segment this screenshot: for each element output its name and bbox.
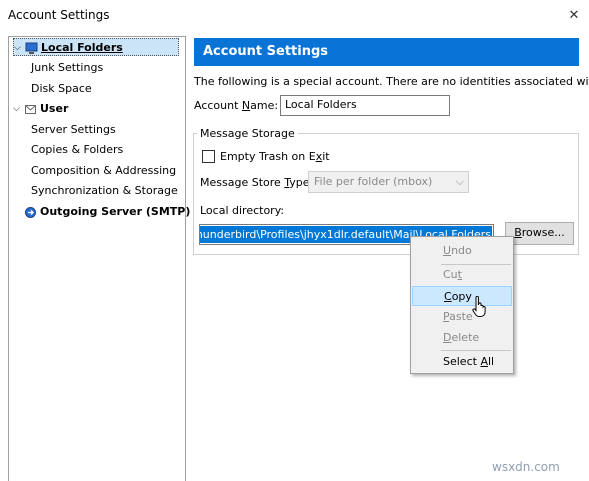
menu-item-cut[interactable]: Cut [412, 265, 512, 285]
tree-item-user[interactable]: ⌵ User [13, 100, 68, 118]
watermark: wsxdn.com [492, 460, 560, 474]
window-title: Account Settings [8, 8, 110, 22]
empty-trash-checkbox[interactable] [202, 150, 215, 163]
menu-item-copy[interactable]: Copy [412, 286, 512, 306]
tree-item-server-settings[interactable]: Server Settings [31, 121, 116, 139]
menu-separator [441, 350, 511, 351]
tree-item-local-folders[interactable]: ⌵ Local Folders [13, 38, 179, 56]
outgoing-server-icon [25, 206, 36, 218]
store-type-label: Message Store Type: [200, 176, 314, 189]
tree-item-synchronization-storage[interactable]: Synchronization & Storage [31, 182, 178, 200]
account-name-field[interactable]: Local Folders [280, 95, 450, 116]
title-bar: Account Settings ✕ [0, 0, 589, 30]
hand-cursor-icon [472, 296, 486, 317]
menu-item-select-all[interactable]: Select All [412, 352, 512, 372]
tree-item-label: Server Settings [31, 123, 116, 136]
user-account-icon [25, 104, 36, 114]
chevron-down-icon[interactable]: ⌵ [14, 39, 24, 57]
tree-item-disk-space[interactable]: Disk Space [31, 80, 92, 98]
tree-item-label: Local Folders [41, 41, 123, 54]
tree-item-label: Composition & Addressing [31, 164, 177, 177]
context-menu: Undo Cut Copy Paste Delete Select All [410, 236, 514, 374]
tree-item-label: Outgoing Server (SMTP) [40, 205, 191, 218]
tree-item-composition-addressing[interactable]: Composition & Addressing [31, 162, 176, 180]
menu-item-delete[interactable]: Delete [412, 328, 512, 348]
chevron-down-icon: ⌵ [455, 175, 464, 188]
browse-button[interactable]: Browse... [505, 222, 574, 245]
tree-item-label: Synchronization & Storage [31, 184, 178, 197]
close-icon: ✕ [568, 7, 580, 23]
menu-item-paste[interactable]: Paste [412, 307, 512, 327]
message-storage-legend: Message Storage [197, 127, 298, 140]
store-type-select[interactable]: File per folder (mbox) ⌵ [308, 171, 469, 193]
tree-item-copies-folders[interactable]: Copies & Folders [31, 141, 123, 159]
account-description: The following is a special account. Ther… [194, 75, 589, 88]
empty-trash-label[interactable]: Empty Trash on Exit [220, 150, 330, 163]
close-button[interactable]: ✕ [559, 0, 589, 30]
account-tree: ⌵ Local Folders Junk Settings Disk Space … [8, 36, 190, 481]
tree-item-label: Copies & Folders [31, 143, 124, 156]
panel-header: Account Settings [194, 38, 579, 66]
computer-icon [25, 42, 38, 54]
account-name-label: Account Name: [194, 99, 279, 112]
tree-item-junk-settings[interactable]: Junk Settings [31, 59, 103, 77]
tree-item-label: User [40, 102, 69, 115]
tree-item-label: Disk Space [31, 82, 92, 95]
tree-item-outgoing-server[interactable]: Outgoing Server (SMTP) [13, 203, 190, 221]
local-directory-label: Local directory: [200, 204, 285, 217]
menu-item-undo[interactable]: Undo [412, 241, 512, 261]
chevron-down-icon[interactable]: ⌵ [13, 100, 23, 118]
tree-item-label: Junk Settings [31, 61, 104, 74]
store-type-value: File per folder (mbox) [314, 175, 433, 188]
